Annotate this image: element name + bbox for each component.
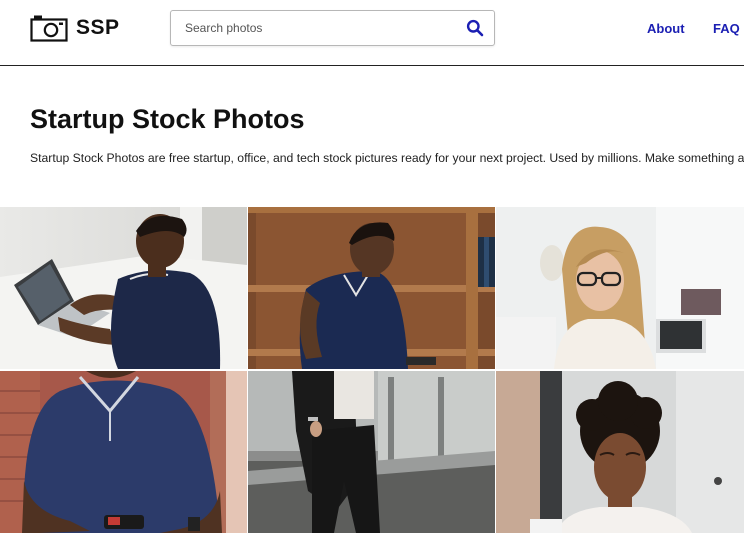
page-title: Startup Stock Photos [30,104,305,134]
nav-about-link[interactable]: About [647,21,685,36]
nav-faq-link[interactable]: FAQ [713,21,740,36]
photo-woman-curly-hair[interactable] [496,371,744,533]
page: SSP About FAQ Startup Stock Photos Start… [0,0,744,533]
page-subtitle: Startup Stock Photos are free startup, o… [30,151,744,165]
photo-man-bookshelf[interactable] [248,207,495,369]
photo-man-laptop-desk[interactable] [0,207,247,369]
camera-icon [30,14,68,42]
photo-grid [0,207,744,533]
site-header: SSP About FAQ [0,0,744,66]
logo-link[interactable]: SSP [30,14,120,42]
photo-person-black-outfit[interactable] [248,371,495,533]
photo-man-phone-brick[interactable] [0,371,247,533]
search-box [170,10,495,46]
photo-woman-glasses-office[interactable] [496,207,744,369]
logo-text: SSP [76,16,120,39]
search-input[interactable] [171,11,451,45]
search-icon[interactable] [466,19,484,37]
